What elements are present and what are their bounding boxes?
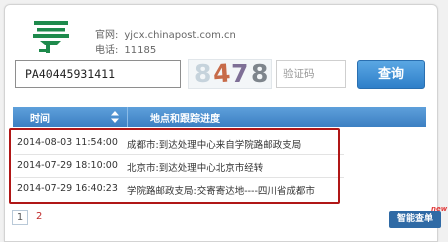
column-header-time[interactable]: 时间 xyxy=(30,110,50,125)
website-value: yjcx.chinapost.com.cn xyxy=(124,30,236,41)
captcha-digit: 7 xyxy=(231,59,249,88)
page-link-2[interactable]: 2 xyxy=(36,211,42,222)
new-tag: new xyxy=(431,205,448,213)
page-link-1[interactable]: 1 xyxy=(12,210,28,225)
smart-lookup-badge[interactable]: 智能查单 xyxy=(389,211,441,228)
query-button[interactable]: 查询 xyxy=(357,60,425,89)
captcha-digit: 8 xyxy=(194,59,212,88)
captcha-input[interactable]: 验证码 xyxy=(276,60,346,88)
column-header-location: 地点和跟踪进度 xyxy=(150,114,220,125)
sort-arrows-icon[interactable] xyxy=(111,111,119,123)
china-post-logo-icon xyxy=(33,21,69,53)
phone-label: 电话: xyxy=(95,45,119,56)
results-table-header: 时间 地点和跟踪进度 xyxy=(13,107,426,127)
captcha-digit: 4 xyxy=(212,59,232,89)
highlight-annotation-box xyxy=(9,128,340,204)
captcha-digit: 8 xyxy=(251,59,269,88)
website-label: 官网: xyxy=(95,30,119,41)
phone-line: 电话: 11185 xyxy=(95,41,156,56)
tracking-number-input[interactable]: PA40445931411 xyxy=(15,60,181,88)
phone-value: 11185 xyxy=(124,45,157,56)
captcha-image[interactable]: 8 4 7 8 xyxy=(188,59,272,89)
website-line: 官网: yjcx.chinapost.com.cn xyxy=(95,26,236,41)
column-divider xyxy=(127,107,128,127)
